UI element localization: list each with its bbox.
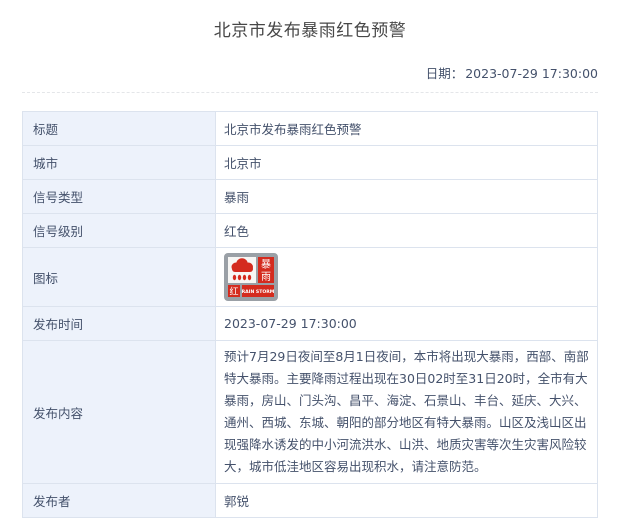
field-value-icon: 暴 雨 红 RAIN STORM — [215, 247, 598, 307]
table-row-signal-type: 信号类型 暴雨 — [22, 179, 598, 214]
field-label-signal-level: 信号级别 — [22, 213, 216, 248]
icon-char-bottom: 雨 — [261, 272, 271, 283]
warning-info-table: 标题 北京市发布暴雨红色预警 城市 北京市 信号类型 暴雨 信号级别 红色 图标 — [22, 111, 598, 518]
date-label: 日期： — [425, 66, 464, 81]
table-row-publish-time: 发布时间 2023-07-29 17:30:00 — [22, 306, 598, 341]
field-value-signal-level: 红色 — [215, 213, 598, 248]
table-row-icon: 图标 暴 雨 红 RAIN STORM — [22, 247, 598, 307]
field-value-city: 北京市 — [215, 145, 598, 180]
field-label-signal-type: 信号类型 — [22, 179, 216, 214]
field-label-publisher: 发布者 — [22, 483, 216, 518]
table-row-title: 标题 北京市发布暴雨红色预警 — [22, 111, 598, 146]
table-row-publisher: 发布者 郭锐 — [22, 483, 598, 518]
icon-english-text: RAIN STORM — [242, 289, 275, 295]
field-value-publisher: 郭锐 — [215, 483, 598, 518]
field-value-publish-time: 2023-07-29 17:30:00 — [215, 306, 598, 341]
table-row-city: 城市 北京市 — [22, 145, 598, 180]
rainstorm-red-warning-icon: 暴 雨 红 RAIN STORM — [224, 253, 278, 301]
date-value: 2023-07-29 17:30:00 — [465, 66, 598, 81]
field-value-publish-content: 预计7月29日夜间至8月1日夜间，本市将出现大暴雨，西部、南部特大暴雨。主要降雨… — [215, 340, 598, 484]
field-label-publish-time: 发布时间 — [22, 306, 216, 341]
field-value-signal-type: 暴雨 — [215, 179, 598, 214]
table-row-publish-content: 发布内容 预计7月29日夜间至8月1日夜间，本市将出现大暴雨，西部、南部特大暴雨… — [22, 340, 598, 484]
page-title: 北京市发布暴雨红色预警 — [213, 21, 407, 41]
publish-date-line: 日期： 2023-07-29 17:30:00 — [22, 63, 598, 93]
field-label-city: 城市 — [22, 145, 216, 180]
table-row-signal-level: 信号级别 红色 — [22, 213, 598, 248]
page-container: 北京市发布暴雨红色预警 日期： 2023-07-29 17:30:00 标题 北京… — [0, 0, 620, 518]
field-label-icon: 图标 — [22, 247, 216, 307]
field-label-publish-content: 发布内容 — [22, 340, 216, 484]
icon-level-char: 红 — [229, 286, 238, 298]
icon-char-top: 暴 — [261, 259, 271, 271]
field-value-title: 北京市发布暴雨红色预警 — [215, 111, 598, 146]
field-label-title: 标题 — [22, 111, 216, 146]
